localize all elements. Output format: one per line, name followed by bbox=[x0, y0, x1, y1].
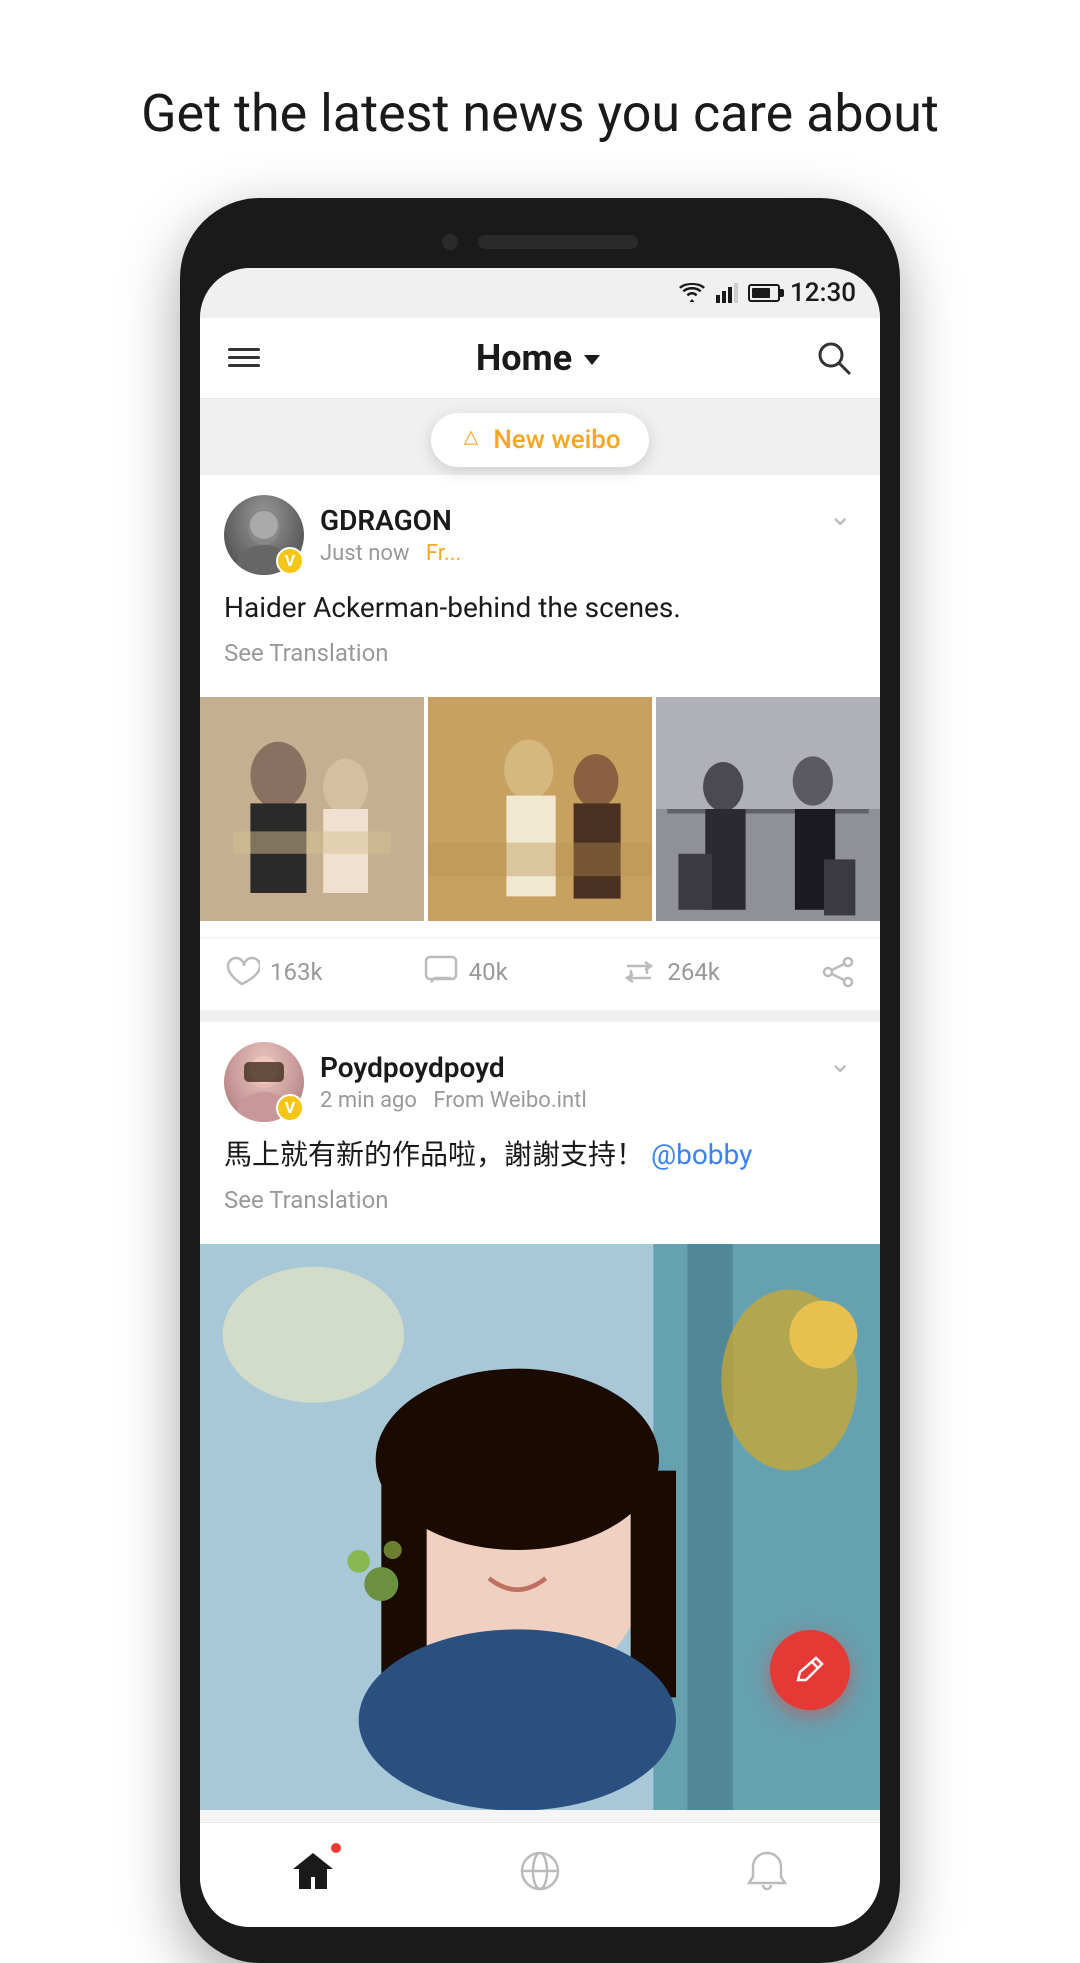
repost-count-1: 264k bbox=[667, 958, 720, 986]
nav-discover[interactable] bbox=[496, 1839, 584, 1903]
post-2-body: 馬上就有新的作品啦，謝謝支持！ @bobby See Translation bbox=[200, 1134, 880, 1244]
post-2-chevron[interactable]: ⌄ bbox=[825, 1042, 856, 1083]
avatar-gdragon[interactable]: V bbox=[224, 495, 304, 575]
post-1-see-translation[interactable]: See Translation bbox=[224, 639, 856, 667]
share-button-1[interactable] bbox=[820, 954, 856, 990]
new-weibo-banner[interactable]: New weibo bbox=[200, 399, 880, 475]
signal-icon bbox=[716, 283, 738, 303]
post-2-username: Poydpoydpoyd bbox=[320, 1051, 587, 1084]
post-2-meta: 2 min ago From Weibo.intl bbox=[320, 1088, 587, 1113]
comment-count-1: 40k bbox=[469, 958, 508, 986]
home-title[interactable]: Home bbox=[476, 337, 600, 379]
fab-container bbox=[770, 1630, 850, 1710]
verified-badge-poyd: V bbox=[276, 1094, 304, 1122]
nav-home[interactable] bbox=[269, 1839, 357, 1903]
post-2-text: 馬上就有新的作品啦，謝謝支持！ @bobby bbox=[224, 1134, 856, 1176]
post-1-img-3[interactable] bbox=[656, 697, 880, 921]
status-time: 12:30 bbox=[790, 278, 856, 308]
post-1-chevron[interactable]: ⌄ bbox=[825, 495, 856, 536]
post-1-img-1[interactable] bbox=[200, 697, 424, 921]
post-card-1: V GDRAGON Just now Fr... ⌄ Haider bbox=[200, 475, 880, 1010]
app-header: Home bbox=[200, 318, 880, 399]
phone-shell: 12:30 Home bbox=[180, 198, 900, 1963]
menu-button[interactable] bbox=[224, 344, 264, 371]
like-button-1[interactable]: 163k bbox=[224, 954, 423, 990]
post-1-images bbox=[200, 697, 880, 921]
post-1-username: GDRAGON bbox=[320, 504, 461, 537]
feed: New weibo bbox=[200, 399, 880, 1811]
repost-button-1[interactable]: 264k bbox=[621, 954, 820, 990]
post-1-text: Haider Ackerman-behind the scenes. bbox=[224, 587, 856, 629]
bottom-nav bbox=[200, 1822, 880, 1927]
dropdown-arrow-icon bbox=[584, 355, 600, 365]
post-1-img-2[interactable] bbox=[428, 697, 652, 921]
headline: Get the latest news you care about bbox=[81, 0, 999, 198]
post-1-header: V GDRAGON Just now Fr... ⌄ bbox=[200, 475, 880, 587]
like-count-1: 163k bbox=[270, 958, 323, 986]
search-button[interactable] bbox=[812, 336, 856, 380]
verified-badge-gdragon: V bbox=[276, 547, 304, 575]
status-bar: 12:30 bbox=[200, 268, 880, 318]
nav-notifications[interactable] bbox=[723, 1839, 811, 1903]
phone-screen: 12:30 Home bbox=[200, 268, 880, 1928]
post-2-image[interactable] bbox=[200, 1244, 880, 1811]
post-1-body: Haider Ackerman-behind the scenes. See T… bbox=[200, 587, 880, 697]
avatar-poyd[interactable]: V bbox=[224, 1042, 304, 1122]
battery-icon bbox=[748, 284, 780, 302]
post-1-engagement: 163k 40k bbox=[200, 937, 880, 1010]
post-2-header: V Poydpoydpoyd 2 min ago From Weibo.intl… bbox=[200, 1022, 880, 1134]
phone-notch bbox=[200, 234, 880, 268]
compose-fab[interactable] bbox=[770, 1630, 850, 1710]
post-1-meta: Just now Fr... bbox=[320, 541, 461, 566]
camera-dot bbox=[442, 234, 458, 250]
speaker-bar bbox=[478, 235, 638, 249]
wifi-icon bbox=[678, 283, 706, 303]
post-2-mention[interactable]: @bobby bbox=[651, 1138, 752, 1171]
post-2-see-translation[interactable]: See Translation bbox=[224, 1186, 856, 1214]
comment-button-1[interactable]: 40k bbox=[423, 954, 622, 990]
new-weibo-label: New weibo bbox=[493, 425, 620, 455]
post-card-2: V Poydpoydpoyd 2 min ago From Weibo.intl… bbox=[200, 1022, 880, 1811]
